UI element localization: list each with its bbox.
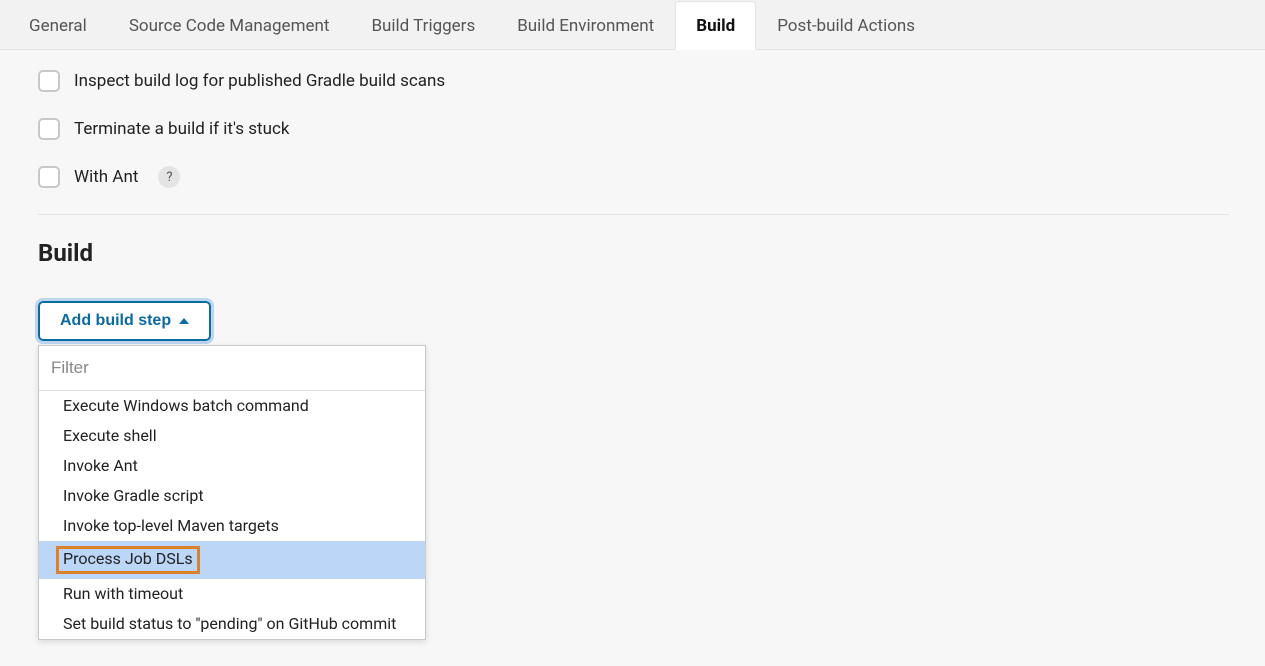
build-step-option[interactable]: Set build status to "pending" on GitHub …	[39, 609, 425, 639]
tab-build-triggers[interactable]: Build Triggers	[350, 1, 496, 50]
tab-build-environment[interactable]: Build Environment	[496, 1, 675, 50]
build-step-dropdown: Execute Windows batch commandExecute she…	[38, 345, 426, 640]
build-step-filter-input[interactable]	[39, 346, 425, 391]
build-step-option-list: Execute Windows batch commandExecute she…	[39, 391, 425, 639]
build-tab-content: Inspect build log for published Gradle b…	[0, 50, 1265, 341]
help-icon[interactable]: ?	[158, 166, 180, 188]
checkbox-inspect-build-log[interactable]	[38, 70, 60, 92]
build-step-option[interactable]: Invoke Ant	[39, 451, 425, 481]
build-step-option[interactable]: Invoke Gradle script	[39, 481, 425, 511]
tab-scm[interactable]: Source Code Management	[108, 1, 351, 50]
label-inspect-build-log: Inspect build log for published Gradle b…	[74, 71, 445, 91]
config-tabs: General Source Code Management Build Tri…	[0, 0, 1265, 50]
tab-general[interactable]: General	[8, 1, 108, 50]
build-step-option[interactable]: Process Job DSLs	[39, 541, 425, 579]
build-section-title: Build	[38, 239, 1229, 267]
option-terminate-stuck: Terminate a build if it's stuck	[38, 118, 1229, 140]
option-with-ant: With Ant ?	[38, 166, 1229, 188]
option-inspect-build-log: Inspect build log for published Gradle b…	[38, 70, 1229, 92]
add-build-step-control: Add build step Execute Windows batch com…	[38, 301, 211, 341]
tab-build[interactable]: Build	[675, 1, 756, 50]
checkbox-terminate-stuck[interactable]	[38, 118, 60, 140]
build-step-option[interactable]: Run with timeout	[39, 579, 425, 609]
label-with-ant: With Ant	[74, 167, 138, 187]
section-divider	[38, 214, 1229, 215]
build-step-option[interactable]: Execute shell	[39, 421, 425, 451]
build-step-option[interactable]: Execute Windows batch command	[39, 391, 425, 421]
highlighted-option-annotation: Process Job DSLs	[56, 546, 200, 574]
checkbox-with-ant[interactable]	[38, 166, 60, 188]
add-build-step-label: Add build step	[60, 312, 171, 330]
caret-up-icon	[179, 318, 189, 324]
build-step-option[interactable]: Invoke top-level Maven targets	[39, 511, 425, 541]
add-build-step-button[interactable]: Add build step	[38, 301, 211, 341]
label-terminate-stuck: Terminate a build if it's stuck	[74, 119, 290, 139]
tab-post-build-actions[interactable]: Post-build Actions	[756, 1, 936, 50]
